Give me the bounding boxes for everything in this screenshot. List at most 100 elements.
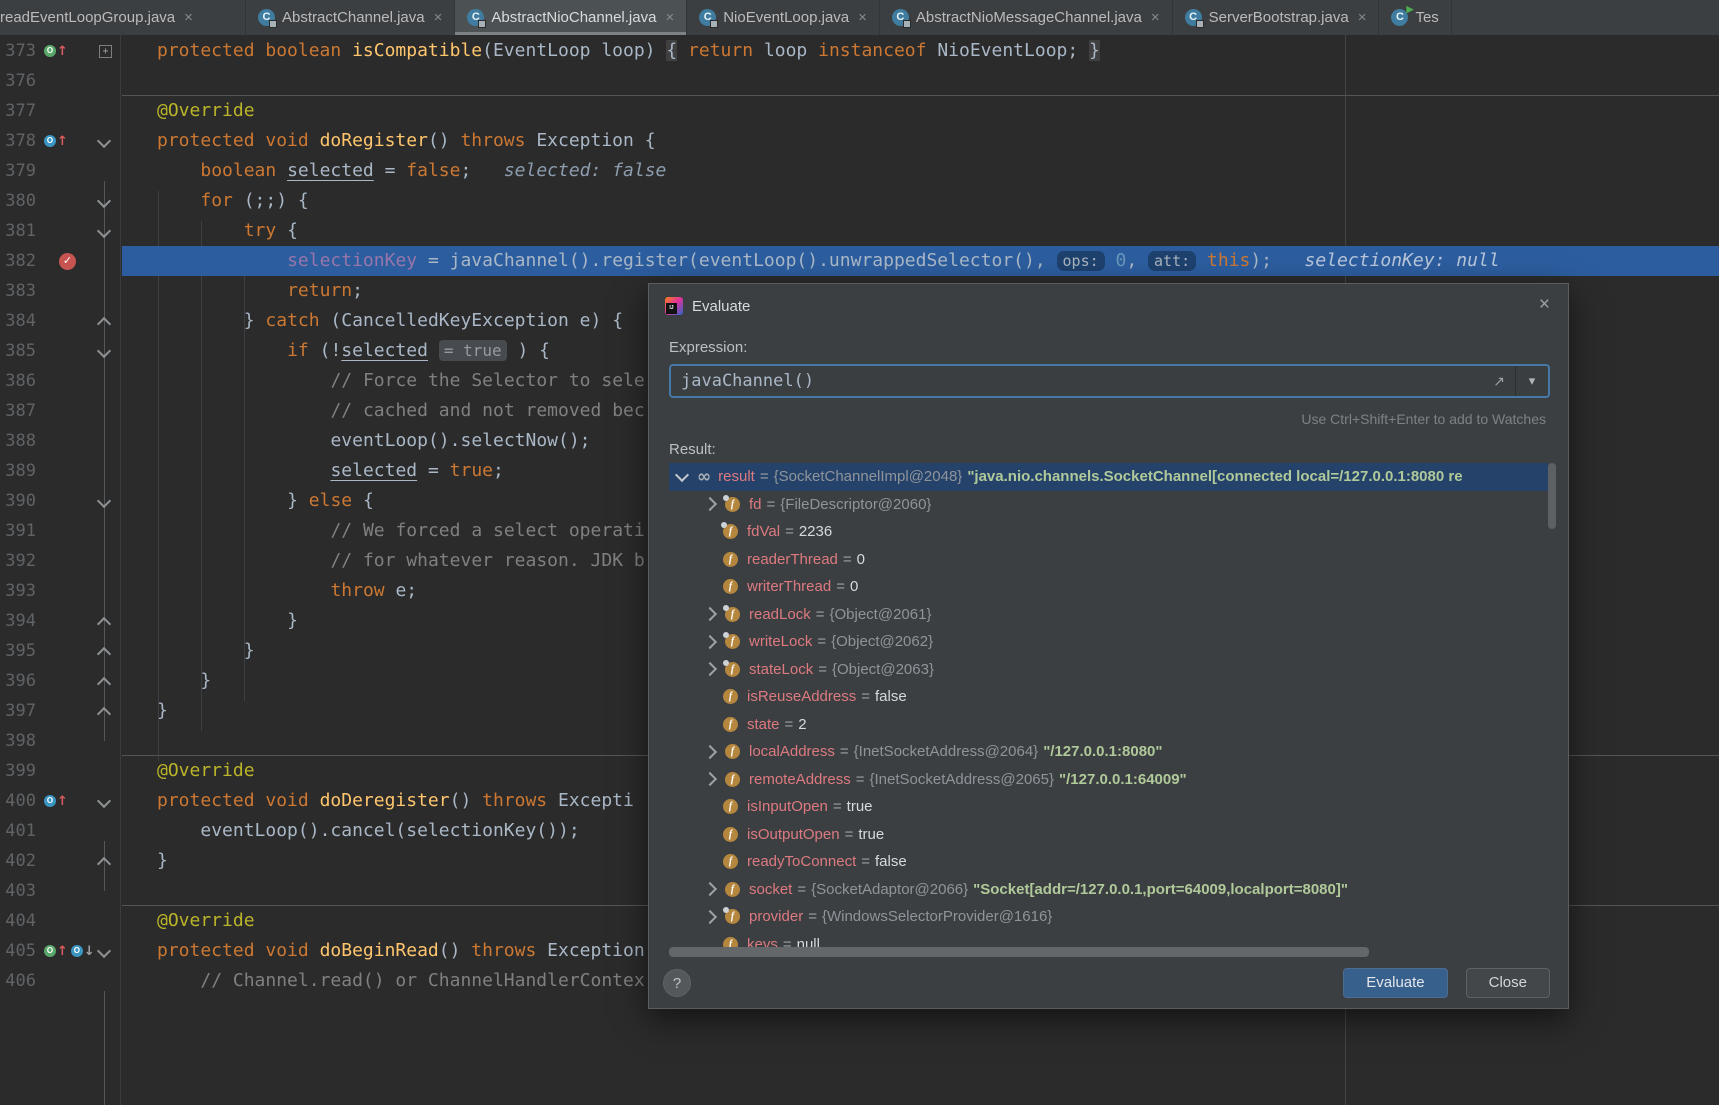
tab-close-icon[interactable]: × <box>858 9 867 26</box>
fold-marker-icon[interactable] <box>97 134 111 148</box>
variable-row[interactable]: fsocket={SocketAdaptor@2066}"Socket[addr… <box>669 876 1548 904</box>
code-token: Excepti <box>547 790 634 811</box>
variable-row[interactable]: fisOutputOpen=true <box>669 821 1548 849</box>
vertical-scrollbar[interactable] <box>1548 463 1556 529</box>
variable-row[interactable]: ffdVal=2236 <box>669 518 1548 546</box>
variable-row[interactable]: flocalAddress={InetSocketAddress@2064}"/… <box>669 738 1548 766</box>
fold-marker-icon[interactable]: + <box>99 45 112 58</box>
editor-tab[interactable]: C▶Tes <box>1379 0 1451 35</box>
chevron-icon[interactable] <box>703 635 717 649</box>
code-token: protected void <box>157 940 320 961</box>
variable-row[interactable]: ∞result={SocketChannelImpl@2048}"java.ni… <box>669 463 1548 491</box>
marker-arrow: ↑ <box>57 795 68 808</box>
line-number: 384 <box>0 306 36 336</box>
marker-circle: O <box>44 795 56 807</box>
code-token: att: <box>1148 251 1196 271</box>
line-number: 396 <box>0 666 36 696</box>
chevron-icon[interactable] <box>703 607 717 621</box>
variable-row[interactable]: ffd={FileDescriptor@2060} <box>669 491 1548 519</box>
code-text[interactable]: selectionKey = javaChannel().register(ev… <box>122 246 1719 276</box>
fold-marker-icon[interactable] <box>97 617 111 631</box>
variable-row[interactable]: fremoteAddress={InetSocketAddress@2065}"… <box>669 766 1548 794</box>
tab-close-icon[interactable]: × <box>434 9 443 26</box>
editor-tab[interactable]: CServerBootstrap.java× <box>1173 0 1380 35</box>
field-icon: f <box>723 579 738 594</box>
code-text[interactable]: for (;;) { <box>122 186 1719 216</box>
override-marker-icon[interactable]: O↑ <box>44 45 68 58</box>
override-marker-icon[interactable]: O↑ <box>44 945 68 958</box>
help-button[interactable]: ? <box>663 969 691 997</box>
close-button[interactable]: Close <box>1466 968 1550 998</box>
variable-row[interactable]: fwriterThread=0 <box>669 573 1548 601</box>
chevron-spacer <box>705 693 713 701</box>
fold-marker-icon[interactable] <box>97 317 111 331</box>
override-marker-icon[interactable]: O↑ <box>44 795 68 808</box>
dropdown-arrow-icon[interactable]: ▾ <box>1515 366 1548 396</box>
variable-value: false <box>875 853 907 870</box>
expression-combobox[interactable]: javaChannel() ↗ ▾ <box>669 364 1550 398</box>
variable-row[interactable]: fstateLock={Object@2063} <box>669 656 1548 684</box>
code-token: throws <box>482 790 547 811</box>
fold-marker-icon[interactable] <box>97 494 111 508</box>
editor-tab[interactable]: CAbstractChannel.java× <box>246 0 455 35</box>
fold-marker-icon[interactable] <box>97 647 111 661</box>
code-text[interactable] <box>122 66 1719 96</box>
field-icon: f <box>723 854 738 869</box>
variable-row[interactable]: fisReuseAddress=false <box>669 683 1548 711</box>
variable-row[interactable]: fwriteLock={Object@2062} <box>669 628 1548 656</box>
code-text[interactable]: try { <box>122 216 1719 246</box>
variable-row[interactable]: freadyToConnect=false <box>669 848 1548 876</box>
fold-marker-icon[interactable] <box>97 857 111 871</box>
variable-row[interactable]: fprovider={WindowsSelectorProvider@1616} <box>669 903 1548 931</box>
chevron-icon[interactable] <box>703 910 717 924</box>
fold-marker-icon[interactable] <box>97 194 111 208</box>
fold-marker-icon[interactable] <box>97 344 111 358</box>
tab-label: AbstractNioMessageChannel.java <box>916 9 1142 26</box>
chevron-icon[interactable] <box>675 468 689 482</box>
editor-tab[interactable]: CNioEventLoop.java× <box>687 0 880 35</box>
editor-tab[interactable]: readEventLoopGroup.java× <box>0 0 246 35</box>
variable-ref: {InetSocketAddress@2064} <box>854 743 1039 760</box>
variable-name: isInputOpen <box>747 798 828 815</box>
chevron-icon[interactable] <box>703 497 717 511</box>
tab-close-icon[interactable]: × <box>184 9 193 26</box>
variable-row[interactable]: fstate=2 <box>669 711 1548 739</box>
code-text[interactable]: protected void doRegister() throws Excep… <box>122 126 1719 156</box>
close-icon[interactable]: × <box>1539 294 1550 316</box>
fold-marker-icon[interactable] <box>97 677 111 691</box>
code-text[interactable]: @Override <box>122 96 1719 126</box>
field-icon: f <box>723 552 738 567</box>
chevron-icon[interactable] <box>703 772 717 786</box>
class-icon: C▶ <box>1391 9 1408 26</box>
variable-ref: {Object@2062} <box>831 633 933 650</box>
breakpoint-icon[interactable]: ✓ <box>59 253 76 270</box>
code-line: 378O↑protected void doRegister() throws … <box>0 126 1719 156</box>
editor-tab[interactable]: CAbstractNioMessageChannel.java× <box>880 0 1173 35</box>
chevron-icon[interactable] <box>703 745 717 759</box>
override-marker-icon[interactable]: O↑ <box>44 135 68 148</box>
chevron-icon[interactable] <box>703 882 717 896</box>
variable-row[interactable]: freadLock={Object@2061} <box>669 601 1548 629</box>
chevron-icon[interactable] <box>703 662 717 676</box>
fold-marker-icon[interactable] <box>97 224 111 238</box>
fold-marker-icon[interactable] <box>97 707 111 721</box>
code-text[interactable]: boolean selected = false; selected: fals… <box>122 156 1719 186</box>
equals-sign: = <box>808 908 817 925</box>
variable-row[interactable]: freaderThread=0 <box>669 546 1548 574</box>
equals-sign: = <box>843 551 852 568</box>
tab-close-icon[interactable]: × <box>665 9 674 26</box>
editor-tab[interactable]: CAbstractNioChannel.java× <box>455 0 687 35</box>
overridden-marker-icon[interactable]: O↓ <box>71 945 95 958</box>
expand-icon[interactable]: ↗ <box>1493 373 1505 390</box>
fold-marker-icon[interactable] <box>97 944 111 958</box>
code-text[interactable]: protected boolean isCompatible(EventLoop… <box>122 36 1719 66</box>
marker-circle: O <box>71 945 83 957</box>
variable-row[interactable]: fisInputOpen=true <box>669 793 1548 821</box>
evaluate-button[interactable]: Evaluate <box>1343 968 1447 998</box>
fold-marker-icon[interactable] <box>97 794 111 808</box>
tab-close-icon[interactable]: × <box>1151 9 1160 26</box>
expression-input[interactable]: javaChannel() <box>671 371 1493 391</box>
code-token: Exception <box>536 940 644 961</box>
horizontal-scrollbar[interactable] <box>669 947 1369 957</box>
tab-close-icon[interactable]: × <box>1358 9 1367 26</box>
